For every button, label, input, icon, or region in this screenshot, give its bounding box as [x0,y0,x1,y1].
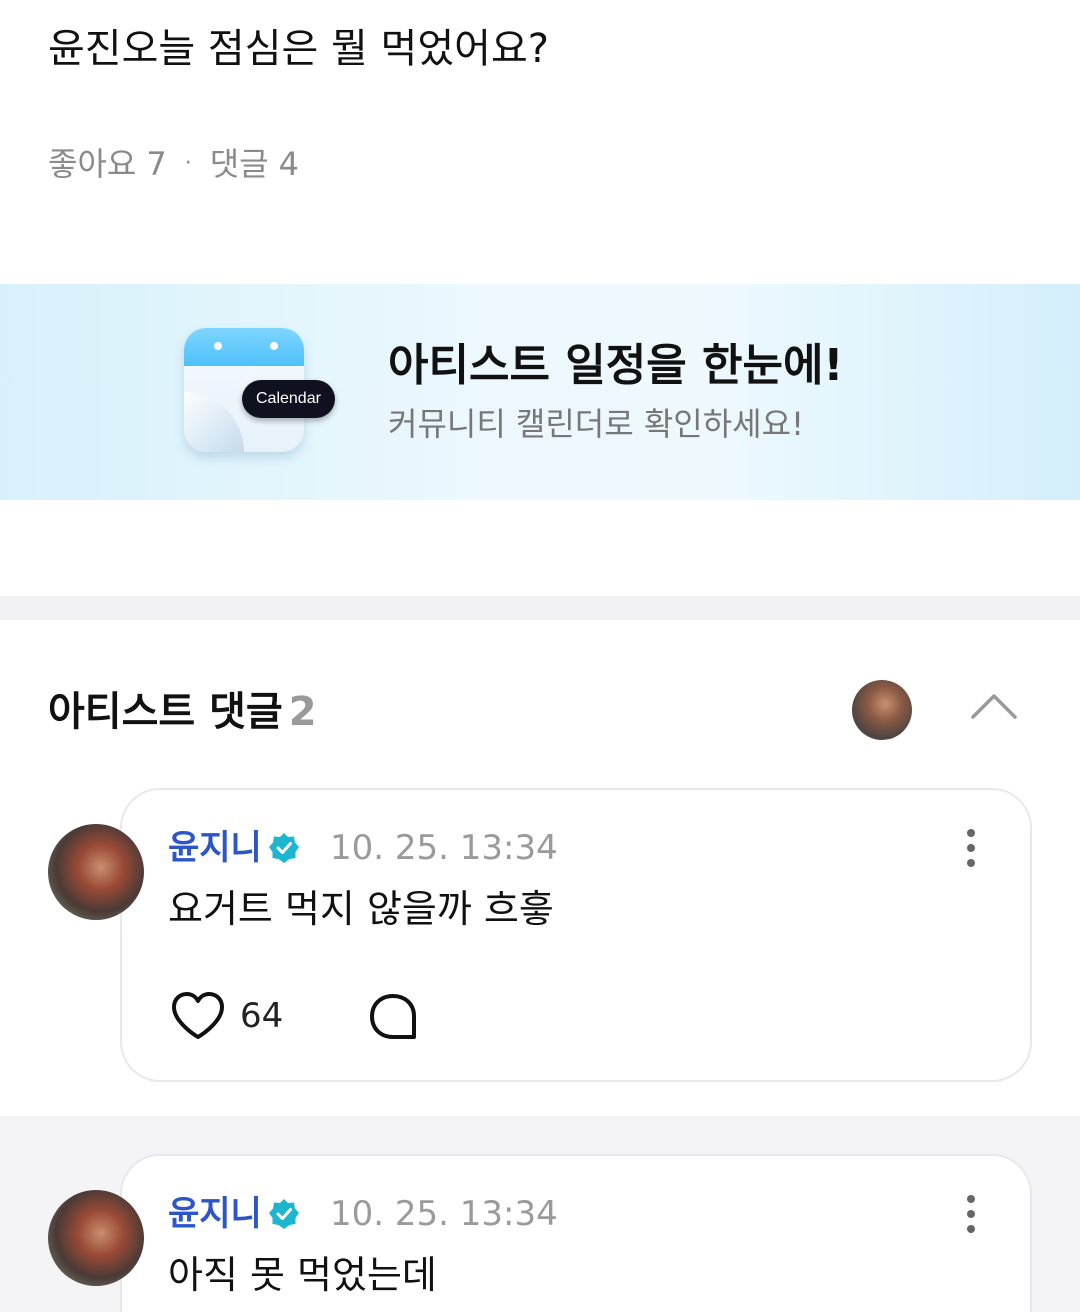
comments-label[interactable]: 댓글 [210,142,269,186]
comment-text: 요거트 먹지 않을까 흐흫 [168,887,554,931]
section-divider [0,596,1080,620]
like-count: 64 [240,996,284,1036]
heart-icon[interactable] [170,990,226,1042]
comment-author[interactable]: 윤지니 [168,1192,262,1236]
artist-avatar[interactable] [852,680,912,740]
post-title: 윤진오늘 점심은 뭘 먹었어요? [48,26,549,72]
reply-bubble-icon[interactable] [368,992,418,1042]
verified-badge-icon [269,1199,299,1229]
comment-author[interactable]: 윤지니 [168,826,262,870]
comment-time: 10. 25. 13:34 [330,1194,558,1234]
post-meta: 좋아요 7 · 댓글 4 [48,142,299,186]
artist-comments-header: 아티스트 댓글 2 [48,684,317,740]
banner-title: 아티스트 일정을 한눈에! [388,340,844,391]
calendar-badge: Calendar [242,380,335,418]
calendar-banner[interactable]: Calendar 아티스트 일정을 한눈에! 커뮤니티 캘린더로 확인하세요! [0,284,1080,500]
more-options-icon[interactable] [962,828,980,868]
likes-label[interactable]: 좋아요 [48,142,136,186]
likes-count: 7 [146,145,167,183]
post-detail-page: 윤진오늘 점심은 뭘 먹었어요? 좋아요 7 · 댓글 4 Calendar 아… [0,0,1080,1312]
verified-badge-icon [269,833,299,863]
comment-text: 아직 못 먹었는데 [168,1253,437,1297]
artist-comments-title: 아티스트 댓글 [48,689,283,735]
comment-time: 10. 25. 13:34 [330,828,558,868]
calendar-icon: Calendar [184,328,335,454]
avatar[interactable] [48,1190,144,1286]
artist-comments-count: 2 [288,689,317,735]
avatar[interactable] [48,824,144,920]
meta-separator: · [184,151,192,176]
chevron-up-icon[interactable] [970,690,1018,720]
banner-subtitle: 커뮤니티 캘린더로 확인하세요! [388,405,804,443]
comments-count: 4 [278,145,299,183]
more-options-icon[interactable] [962,1194,980,1234]
